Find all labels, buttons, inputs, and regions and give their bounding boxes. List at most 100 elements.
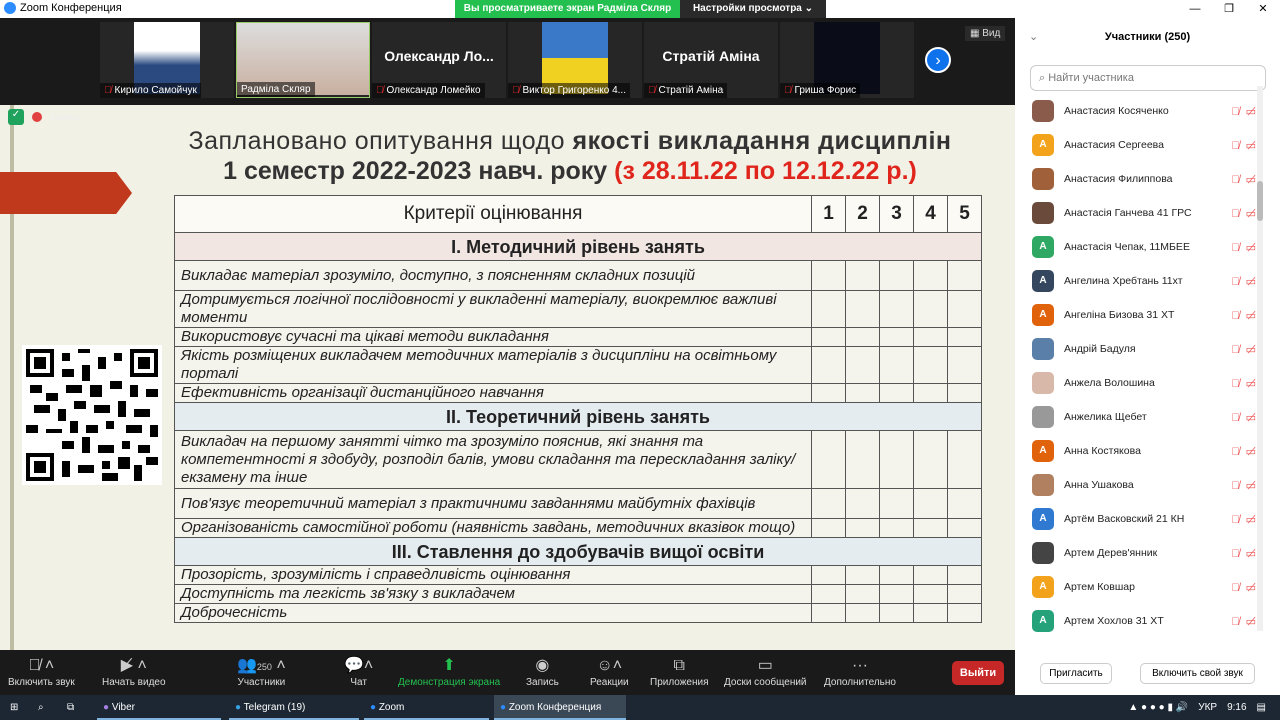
muted-mic-icon: 🎙̸ (648, 85, 656, 96)
taskbar-telegram[interactable]: ● Telegram (19) (229, 695, 359, 720)
participant-row[interactable]: Анастасия Филиппова 🎙̸▭̸ (1015, 162, 1270, 196)
criterion-row: Прозорість, зрозумілість і справедливіст… (174, 565, 812, 585)
video-tile[interactable]: 🎙̸ Виктор Григоренко 4... (508, 22, 642, 98)
participant-row[interactable]: A Артём Васковский 21 КН 🎙̸▭̸ (1015, 502, 1270, 536)
invite-button[interactable]: Пригласить (1040, 663, 1112, 684)
section-header: ІІ. Теоретичний рівень занять (174, 402, 982, 431)
whiteboards-button[interactable]: ▭ Доски сообщений (724, 655, 807, 688)
participant-row[interactable]: A Ангелина Хребтань 11хт 🎙̸▭̸ (1015, 264, 1270, 298)
participant-row[interactable]: A Анна Костякова 🎙̸▭̸ (1015, 434, 1270, 468)
view-options-button[interactable]: Настройки просмотра ⌄ (680, 0, 826, 18)
chat-icon: 💬˄ (344, 657, 374, 674)
participant-name: Анастасия Филиппова (1064, 173, 1173, 185)
more-button[interactable]: ··· Дополнительно (824, 655, 896, 688)
participant-row[interactable]: Анастасия Косяченко 🎙̸▭̸ (1015, 94, 1270, 128)
tile-name: Виктор Григоренко 4... (522, 85, 626, 96)
avatar: A (1032, 576, 1054, 598)
taskbar-zoom[interactable]: ● Zoom (364, 695, 489, 720)
participant-row[interactable]: Артем Дерев'янник 🎙̸▭̸ (1015, 536, 1270, 570)
unmute-self-button[interactable]: Включить свой звук (1140, 663, 1255, 684)
avatar (1032, 168, 1054, 190)
score-header: 1 (811, 195, 846, 233)
criterion-row: Доступність та легкість зв'язку з виклад… (174, 584, 812, 604)
system-tray: ▲ ● ● ● ▮ 🔊 УКР 9:16 ▤ (1128, 695, 1266, 720)
label: Zoom (378, 702, 405, 713)
participant-name: Анжела Волошина (1064, 377, 1155, 389)
criterion-row: Якість розміщених викладачем методичних … (174, 346, 812, 384)
tray-icons[interactable]: ▲ ● ● ● ▮ 🔊 (1128, 695, 1188, 720)
participants-button[interactable]: 👥250 ˄ Участники (237, 655, 286, 688)
notifications-icon[interactable]: ▤ (1257, 695, 1266, 720)
avatar: A (1032, 270, 1054, 292)
participant-row[interactable]: Анастасія Ганчева 41 ГРС 🎙̸▭̸ (1015, 196, 1270, 230)
taskbar-viber[interactable]: ● Viber (97, 695, 221, 720)
participant-name: Артем Дерев'янник (1064, 547, 1158, 559)
participant-row[interactable]: Андрій Бадуля 🎙̸▭̸ (1015, 332, 1270, 366)
avatar (1032, 202, 1054, 224)
label: Доски сообщений (724, 677, 807, 688)
next-page-button[interactable]: › (925, 47, 951, 73)
reactions-button[interactable]: ☺˄ Реакции (590, 655, 629, 688)
maximize-button[interactable]: ❐ (1212, 0, 1246, 18)
scrollbar-thumb[interactable] (1257, 181, 1263, 221)
view-button[interactable]: ▦ Вид (965, 26, 1006, 41)
chat-button[interactable]: 💬˄ Чат (344, 655, 373, 688)
search-icon[interactable]: ⌕ (38, 695, 44, 720)
taskbar-zoom-meeting[interactable]: ● Zoom Конференция (494, 695, 626, 720)
criterion-row: Ефективність організації дистанційного н… (174, 383, 812, 403)
participant-row[interactable]: Анжелика Щебет 🎙̸▭̸ (1015, 400, 1270, 434)
muted-mic-icon: 🎙̸ (512, 85, 520, 96)
participant-name: Ангелина Хребтань 11хт (1064, 275, 1183, 287)
window-title: Zoom Конференция (20, 2, 122, 14)
criterion-row: Дотримується логічної послідовності у ви… (174, 290, 812, 328)
tile-name: Гриша Форис (794, 85, 857, 96)
recording-icon (32, 112, 42, 122)
unmute-button[interactable]: 🎙̸ ˄ Включить звук (8, 655, 75, 688)
video-tile[interactable]: Стратій Аміна 🎙̸ Стратій Аміна (644, 22, 778, 98)
video-tile[interactable]: 🎙̸ Кирило Самойчук (100, 22, 234, 98)
participant-row[interactable]: A Артем Ковшар 🎙̸▭̸ (1015, 570, 1270, 604)
video-tile[interactable]: 🎙̸ Гриша Форис (780, 22, 914, 98)
participant-row[interactable]: A Артем Хохлов 31 ХТ 🎙̸▭̸ (1015, 604, 1270, 638)
qr-code (22, 345, 162, 485)
share-screen-button[interactable]: ⬆ Демонстрация экрана (398, 655, 500, 688)
avatar (1032, 372, 1054, 394)
participant-row[interactable]: Анна Ушакова 🎙̸▭̸ (1015, 468, 1270, 502)
close-button[interactable]: ✕ (1246, 0, 1280, 18)
reactions-icon: ☺˄ (596, 657, 623, 674)
record-button[interactable]: ◉ Запись (526, 655, 559, 688)
windows-taskbar: ⊞ ⌕ ⧉ ● Viber ● Telegram (19) ● Zoom ● Z… (0, 695, 1280, 720)
title-bar: Zoom Конференция Вы просматриваете экран… (0, 0, 1280, 18)
label: Дополнительно (824, 677, 896, 688)
security-shield-icon[interactable]: ✓ (8, 109, 24, 125)
task-view-icon[interactable]: ⧉ (67, 695, 74, 720)
participant-list-scrollbar[interactable] (1257, 86, 1263, 631)
title-text: 1 семестр 2022-2023 навч. року (223, 157, 615, 185)
participant-row[interactable]: A Анастасія Чепак, 11МБЕЕ 🎙̸▭̸ (1015, 230, 1270, 264)
label: Viber (111, 702, 135, 713)
participant-row[interactable]: A Анастасия Сергеева 🎙̸▭̸ (1015, 128, 1270, 162)
clock[interactable]: 9:16 (1227, 695, 1246, 720)
video-tile-active-speaker[interactable]: Радміла Скляр (236, 22, 370, 98)
video-tile[interactable]: Олександр Ло... 🎙̸ Олександр Ломейко (372, 22, 506, 98)
slide-title-line1: Заплановано опитування щодо якості викла… (160, 127, 980, 156)
apps-button[interactable]: ⧉ Приложения (650, 655, 709, 688)
participant-name: Анна Костякова (1064, 445, 1141, 457)
muted-mic-icon: 🎙̸ ˄ (28, 657, 55, 674)
label: Демонстрация экрана (398, 677, 501, 688)
recording-label: Запись (50, 112, 80, 122)
leave-button[interactable]: Выйти (952, 661, 1004, 685)
score-header: 2 (845, 195, 880, 233)
start-icon[interactable]: ⊞ (10, 695, 18, 720)
label: Zoom Конференция (508, 702, 602, 713)
participant-search-input[interactable]: ⌕ Найти участника (1030, 65, 1266, 91)
start-video-button[interactable]: ▶̸ ˄ Начать видео (102, 655, 166, 688)
whiteboard-icon: ▭ (757, 657, 773, 674)
minimize-button[interactable]: — (1178, 0, 1212, 18)
avatar (1032, 542, 1054, 564)
participant-name: Ангеліна Бизова 31 ХТ (1064, 309, 1175, 321)
participant-row[interactable]: Анжела Волошина 🎙̸▭̸ (1015, 366, 1270, 400)
share-screen-icon: ⬆ (442, 657, 456, 674)
language-indicator[interactable]: УКР (1198, 695, 1217, 720)
participant-row[interactable]: A Ангеліна Бизова 31 ХТ 🎙̸▭̸ (1015, 298, 1270, 332)
